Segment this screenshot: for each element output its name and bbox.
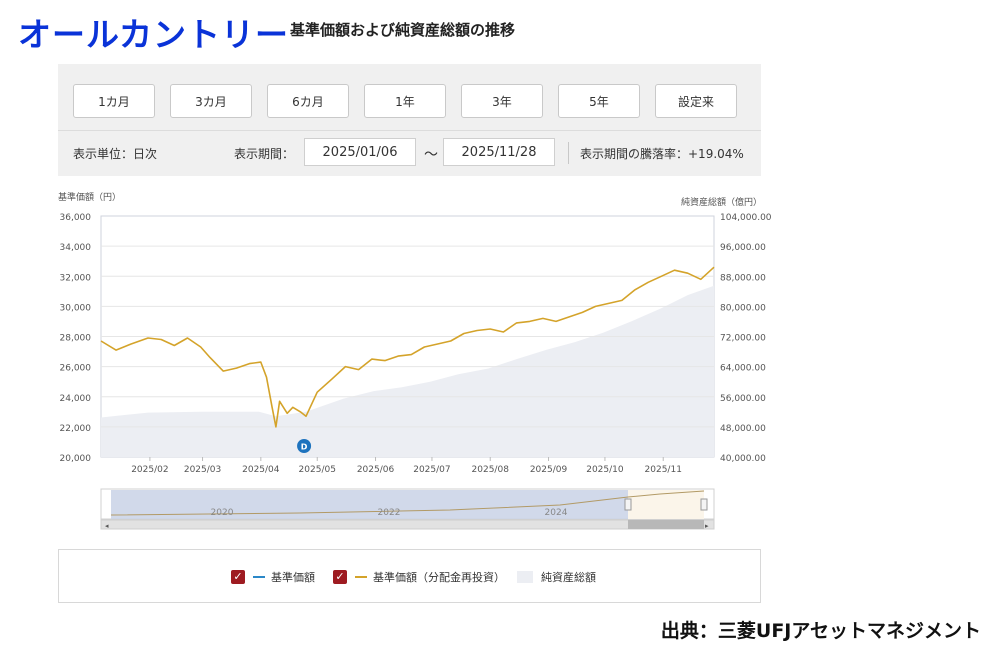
left-tick-label: 26,000 <box>60 364 92 374</box>
scroll-left-arrow-icon[interactable]: ◂ <box>105 522 109 530</box>
nav-chart[interactable]: 36,000 104,000.00 34,000 96,000.00 32,000 88,… <box>0 0 989 545</box>
legend-item-nav[interactable]: ✓ 基準価額 <box>231 569 315 585</box>
legend-swatch-nav <box>253 576 265 578</box>
x-tick-label: 2025/03 <box>184 465 221 475</box>
left-tick-label: 24,000 <box>60 394 92 404</box>
left-tick-label: 36,000 <box>60 213 92 223</box>
x-tick-label: 2025/05 <box>299 465 336 475</box>
navigator-scrollbar[interactable] <box>100 519 715 530</box>
right-tick-label: 40,000.00 <box>720 454 766 464</box>
scrollbar-thumb[interactable] <box>628 520 704 529</box>
x-tick-label: 2025/04 <box>242 465 280 475</box>
left-tick-label: 20,000 <box>60 454 92 464</box>
legend-swatch-nav-reinvested <box>355 576 367 578</box>
right-tick-label: 56,000.00 <box>720 394 766 404</box>
right-tick-label: 88,000.00 <box>720 273 766 283</box>
legend-item-nav-reinvested[interactable]: ✓ 基準価額（分配金再投資） <box>333 569 505 585</box>
left-tick-label: 30,000 <box>60 303 92 313</box>
navigator-year-label: 2020 <box>211 508 234 518</box>
right-tick-label: 64,000.00 <box>720 364 766 374</box>
right-tick-label: 96,000.00 <box>720 243 766 253</box>
scroll-right-arrow-icon[interactable]: ▸ <box>705 522 709 530</box>
right-tick-label: 80,000.00 <box>720 303 766 313</box>
source-credit: 出典：三菱UFJアセットマネジメント <box>660 620 981 642</box>
x-tick-label: 2025/10 <box>586 465 624 475</box>
legend-item-net-assets[interactable]: 純資産総額 <box>517 569 596 585</box>
x-tick-label: 2025/02 <box>131 465 168 475</box>
left-tick-label: 32,000 <box>60 273 92 283</box>
right-tick-label: 104,000.00 <box>720 213 772 223</box>
right-tick-label: 48,000.00 <box>720 424 766 434</box>
checkbox-checked-icon[interactable]: ✓ <box>333 570 347 584</box>
navigator-handle-left[interactable] <box>624 498 632 511</box>
left-tick-label: 28,000 <box>60 334 92 344</box>
right-axis-label: 純資産総額（億円） <box>681 196 762 208</box>
navigator-selected-range <box>628 490 704 519</box>
legend-label-nav: 基準価額 <box>271 571 315 584</box>
navigator-year-label: 2022 <box>378 508 401 518</box>
x-tick-label: 2025/09 <box>530 465 568 475</box>
x-tick-label: 2025/11 <box>645 465 682 475</box>
dividend-marker-label: D <box>301 443 308 452</box>
navigator-handle-right[interactable] <box>700 498 708 511</box>
left-axis-label: 基準価額（円） <box>58 191 121 203</box>
left-tick-label: 34,000 <box>60 243 92 253</box>
right-tick-label: 72,000.00 <box>720 334 766 344</box>
left-tick-label: 22,000 <box>60 424 92 434</box>
legend-label-nav-reinvested: 基準価額（分配金再投資） <box>373 571 505 584</box>
legend-swatch-net-assets <box>517 571 533 583</box>
legend-label-net-assets: 純資産総額 <box>541 571 596 584</box>
x-tick-label: 2025/08 <box>472 465 510 475</box>
checkbox-checked-icon[interactable]: ✓ <box>231 570 245 584</box>
x-tick-label: 2025/07 <box>413 465 450 475</box>
chart-legend: ✓ 基準価額 ✓ 基準価額（分配金再投資） 純資産総額 <box>58 549 761 603</box>
x-tick-label: 2025/06 <box>357 465 395 475</box>
navigator-year-label: 2024 <box>545 508 568 518</box>
